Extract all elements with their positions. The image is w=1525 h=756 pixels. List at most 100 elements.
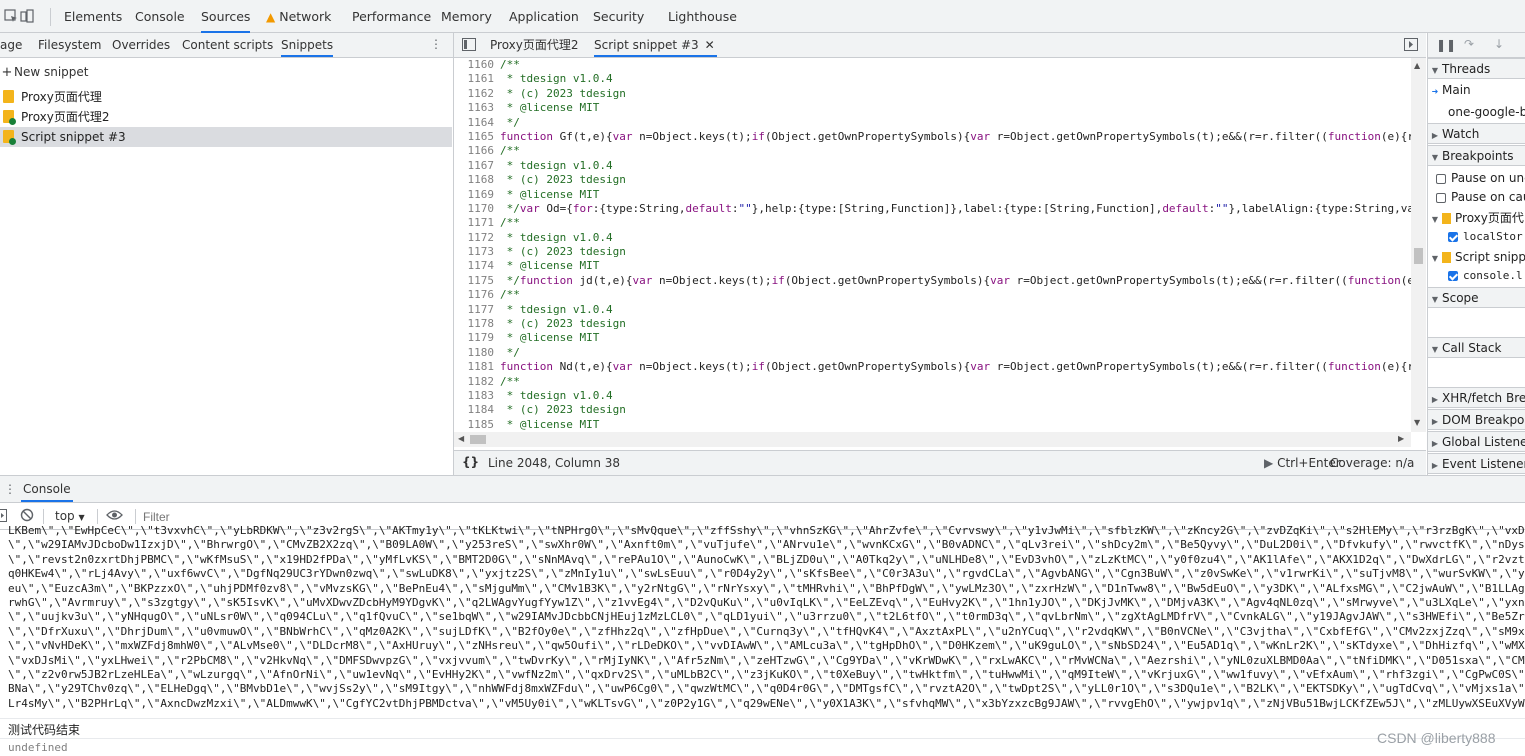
callstack-section-header[interactable]: ▼ Call Stack [1428, 337, 1525, 358]
line-number[interactable]: 1162 [454, 87, 495, 101]
code-line[interactable]: * @license MIT [500, 331, 1411, 345]
line-number[interactable]: 1168 [454, 173, 495, 187]
code-line[interactable]: * (c) 2023 tdesign [500, 87, 1411, 101]
code-line[interactable]: * tdesign v1.0.4 [500, 159, 1411, 173]
code-line[interactable]: */ [500, 346, 1411, 360]
line-number[interactable]: 1182 [454, 375, 495, 389]
line-number[interactable]: 1172 [454, 231, 495, 245]
scroll-down-icon[interactable]: ▼ [1414, 418, 1420, 427]
step-over-icon[interactable]: ↷ [1464, 37, 1474, 51]
tab-console[interactable]: Console [135, 0, 185, 33]
breakpoint-file[interactable]: ▼ Proxy页面代 [1428, 208, 1525, 228]
scope-section-header[interactable]: ▼ Scope [1428, 287, 1525, 308]
event-listener-header[interactable]: ▶Event Listener B [1428, 453, 1525, 474]
line-number[interactable]: 1181 [454, 360, 495, 374]
more-options-icon[interactable]: ⋮ [430, 37, 442, 51]
scroll-up-icon[interactable]: ▲ [1414, 61, 1420, 70]
tab-performance[interactable]: Performance [352, 0, 431, 33]
line-number[interactable]: 1167 [454, 159, 495, 173]
xhr-breakpoints-header[interactable]: ▶ XHR/fetch Brea [1428, 387, 1525, 408]
pretty-print-icon[interactable]: {} [462, 455, 479, 469]
line-number[interactable]: 1161 [454, 72, 495, 86]
code-line[interactable]: * tdesign v1.0.4 [500, 72, 1411, 86]
tab-page[interactable]: age [0, 33, 22, 57]
code-line[interactable]: /** [500, 58, 1411, 72]
code-line[interactable]: * tdesign v1.0.4 [500, 303, 1411, 317]
code-line[interactable]: function Gf(t,e){var n=Object.keys(t);if… [500, 130, 1411, 144]
line-number[interactable]: 1175 [454, 274, 495, 288]
thread-main[interactable]: ➜ Main [1428, 80, 1525, 100]
device-toolbar-icon[interactable] [20, 9, 34, 23]
code-line[interactable]: */var Od={for:{type:String,default:""},h… [500, 202, 1411, 216]
code-line[interactable]: /** [500, 144, 1411, 158]
code-line[interactable]: */ [500, 116, 1411, 130]
sidebar-toggle-icon[interactable] [0, 509, 7, 525]
tab-elements[interactable]: Elements [64, 0, 122, 33]
editor-horizontal-scrollbar[interactable]: ◀ ▶ [454, 432, 1411, 447]
drawer-tab-console[interactable]: Console [21, 477, 73, 502]
pause-uncaught-checkbox[interactable] [1436, 173, 1446, 184]
pause-icon[interactable]: ❚❚ [1436, 38, 1456, 52]
line-number[interactable]: 1165 [454, 130, 495, 144]
pause-uncaught-row[interactable]: Pause on unca [1428, 168, 1525, 188]
tab-lighthouse[interactable]: Lighthouse [668, 0, 737, 33]
global-listeners-header[interactable]: ▶ Global Listener [1428, 431, 1525, 452]
context-selector[interactable]: top ▼ [55, 509, 85, 523]
code-line[interactable]: * @license MIT [500, 259, 1411, 273]
scrollbar-thumb[interactable] [1414, 248, 1423, 264]
tab-snippets[interactable]: Snippets [281, 33, 334, 57]
code-line[interactable]: * tdesign v1.0.4 [500, 389, 1411, 403]
editor-tab-snippet3[interactable]: Script snippet #3 ✕ [594, 33, 717, 57]
code-line[interactable]: * tdesign v1.0.4 [500, 231, 1411, 245]
code-line[interactable]: * (c) 2023 tdesign [500, 317, 1411, 331]
code-content[interactable]: /** * tdesign v1.0.4 * (c) 2023 tdesign … [500, 58, 1411, 432]
close-icon[interactable]: ✕ [705, 33, 715, 57]
breakpoint-entry[interactable]: localStor [1428, 227, 1525, 247]
scrollbar-thumb[interactable] [470, 435, 486, 444]
line-number[interactable]: 1160 [454, 58, 495, 72]
line-number[interactable]: 1163 [454, 101, 495, 115]
toggle-debugger-icon[interactable] [1404, 38, 1418, 52]
snippet-item[interactable]: Proxy页面代理 [0, 87, 452, 107]
code-editor[interactable]: 1160 1161 1162 1163 1164 1165 1166 1167 1168 1169… [454, 58, 1411, 432]
toggle-navigator-icon[interactable] [462, 38, 476, 52]
pause-caught-row[interactable]: Pause on caug [1428, 187, 1525, 207]
snippet-item[interactable]: Script snippet #3 [0, 127, 452, 147]
drawer-menu-icon[interactable]: ⋮ [4, 482, 16, 496]
editor-tab-proxy2[interactable]: Proxy页面代理2 [490, 33, 579, 57]
code-line[interactable]: * @license MIT [500, 101, 1411, 115]
code-line[interactable]: /** [500, 216, 1411, 230]
code-line[interactable]: */function jd(t,e){var n=Object.keys(t);… [500, 274, 1411, 288]
tab-sources[interactable]: Sources [201, 0, 251, 33]
line-number[interactable]: 1185 [454, 418, 495, 432]
dom-breakpoints-header[interactable]: ▶DOM Breakpoin [1428, 409, 1525, 430]
line-number[interactable]: 1169 [454, 188, 495, 202]
line-number[interactable]: 1171 [454, 216, 495, 230]
breakpoint-checkbox[interactable] [1448, 232, 1458, 242]
breakpoint-file[interactable]: ▼ Script snipp [1428, 247, 1525, 267]
editor-vertical-scrollbar[interactable]: ▲ ▼ [1411, 58, 1426, 432]
tab-security[interactable]: Security [593, 0, 644, 33]
code-line[interactable]: /** [500, 288, 1411, 302]
inspect-element-icon[interactable] [4, 9, 18, 23]
line-number[interactable]: 1174 [454, 259, 495, 273]
line-number[interactable]: 1179 [454, 331, 495, 345]
breakpoints-section-header[interactable]: ▼ Breakpoints [1428, 145, 1525, 166]
code-line[interactable]: * @license MIT [500, 418, 1411, 432]
line-number[interactable]: 1177 [454, 303, 495, 317]
line-number[interactable]: 1184 [454, 403, 495, 417]
code-line[interactable]: * (c) 2023 tdesign [500, 173, 1411, 187]
line-number[interactable]: 1164 [454, 116, 495, 130]
threads-section-header[interactable]: ▼ Threads [1428, 58, 1525, 79]
code-line[interactable]: /** [500, 375, 1411, 389]
line-number[interactable]: 1183 [454, 389, 495, 403]
snippet-item[interactable]: Proxy页面代理2 [0, 107, 452, 127]
tab-network[interactable]: ▲ Network [266, 0, 331, 33]
scroll-left-icon[interactable]: ◀ [458, 434, 464, 443]
step-into-icon[interactable]: ↓ [1494, 37, 1504, 51]
thread-google[interactable]: one-google-ba [1428, 102, 1525, 122]
line-number[interactable]: 1170 [454, 202, 495, 216]
line-number[interactable]: 1166 [454, 144, 495, 158]
clear-console-icon[interactable] [20, 508, 34, 525]
scroll-right-icon[interactable]: ▶ [1398, 434, 1404, 443]
